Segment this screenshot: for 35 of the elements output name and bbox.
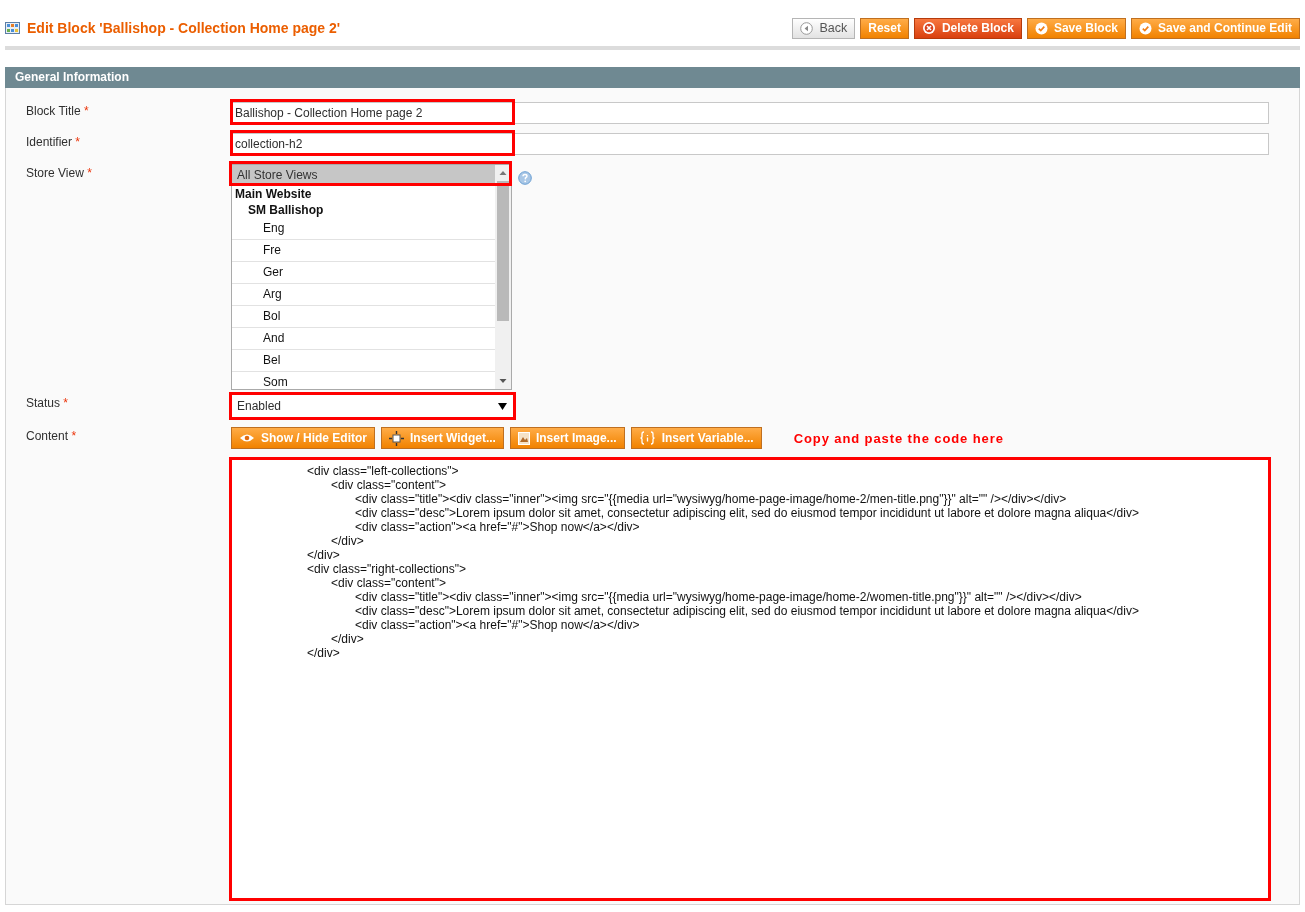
list-option[interactable]: Ger	[232, 262, 495, 284]
braces-icon	[638, 431, 656, 445]
crosshair-icon	[389, 430, 404, 446]
store-view-listbox[interactable]: All Store Views Main Website SM Ballishop Eng Fre Ger Arg Bol And Bel Som	[231, 164, 512, 390]
grid-icon	[5, 22, 20, 34]
eye-icon	[239, 433, 255, 443]
image-icon	[517, 431, 530, 445]
check-icon	[1139, 21, 1152, 35]
close-icon	[921, 21, 936, 35]
list-option[interactable]: Bel	[232, 350, 495, 372]
field-label: Status *	[25, 395, 70, 412]
action-button[interactable]: Delete Block	[913, 17, 1022, 39]
field-label: Block Title *	[25, 103, 90, 120]
list-option[interactable]: And	[232, 328, 495, 350]
caret-icon	[498, 402, 507, 410]
list-option[interactable]: Fre	[232, 240, 495, 262]
code-editor-field[interactable]: <div class="left-collections"> <div class="content"> <div class="title"><div class="inner"><img src="{{media url="wysiwyg/home-page-image/home-2/men-title.png"}}" alt="" /></div></div> <div class="desc">Lorem ipsum dolor sit amet, consectetur adipiscing elit, sed do eiusmod tempor incididunt ut labore et dolore magna aliqua</div> <div class="action"><a href="#">Shop now</a></div> </div> </div> <div class="right-collections"> <div class="content"> <div class="title"><div class="inner"><img src="{{media url="wysiwyg/home-page-image/home-2/women-title.png"}}" alt="" /></div></div> <div class="desc">Lorem ipsum dolor sit amet, consectetur adipiscing elit, sed do eiusmod tempor incididunt ut labore et dolore magna aliqua</div> <div class="action"><a href="#">Shop now</a></div> </div> </div>	[231, 459, 1269, 899]
help-icon[interactable]	[518, 171, 532, 185]
field-label: Identifier *	[25, 134, 82, 151]
text-input[interactable]: collection-h2	[231, 133, 1269, 155]
field-label: Store View *	[25, 165, 93, 182]
scrollbar[interactable]	[495, 165, 511, 389]
page-title: Edit Block 'Ballishop - Collection Home page 2'	[27, 20, 341, 36]
list-option[interactable]: Arg	[232, 284, 495, 306]
instruction-note: Copy and paste the code here	[793, 430, 1004, 446]
status-dropdown[interactable]: Enabled	[231, 394, 514, 418]
section-header: General Information	[5, 67, 1300, 88]
list-option[interactable]: Bol	[232, 306, 495, 328]
text-input[interactable]: Ballishop - Collection Home page 2	[231, 102, 1269, 124]
list-option[interactable]: Eng	[232, 218, 495, 240]
field-label: Content *	[25, 428, 78, 445]
action-button[interactable]: Back	[792, 17, 856, 39]
check-icon	[1034, 21, 1048, 35]
list-option[interactable]: Main Website	[232, 186, 495, 202]
list-option[interactable]: SM Ballishop	[232, 202, 495, 218]
